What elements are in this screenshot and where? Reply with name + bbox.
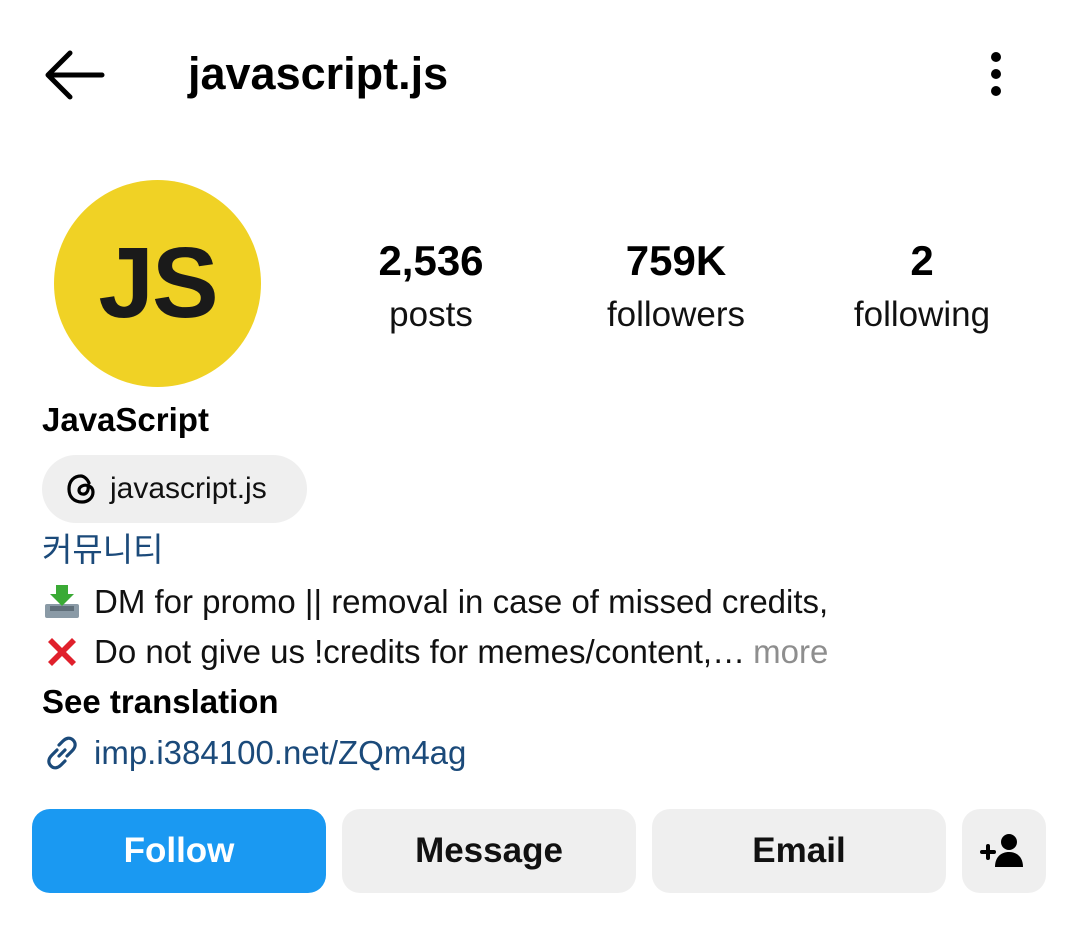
follow-button[interactable]: Follow <box>32 809 326 893</box>
avatar-text: JS <box>98 227 218 339</box>
suggested-users-button[interactable] <box>962 809 1046 893</box>
see-translation-link[interactable]: See translation <box>42 680 279 724</box>
bio-more-link[interactable]: more <box>753 628 828 676</box>
back-button[interactable] <box>40 44 106 104</box>
message-button[interactable]: Message <box>342 809 636 893</box>
stat-label: following <box>853 295 991 334</box>
bio-text: Do not give us !credits for memes/conten… <box>94 633 746 670</box>
arrow-left-icon <box>45 50 105 100</box>
display-name: JavaScript <box>42 401 209 438</box>
bio-line: DM for promo || removal in case of misse… <box>42 578 828 626</box>
profile-link-text: imp.i384100.net/ZQm4ag <box>94 734 467 771</box>
cross-mark-emoji-icon <box>48 638 76 666</box>
more-options-button[interactable] <box>968 44 1024 104</box>
stat-followers[interactable]: 759K followers <box>576 236 776 344</box>
avatar[interactable]: JS <box>54 180 261 387</box>
inbox-tray-emoji-icon <box>45 585 79 618</box>
stat-value: 2,536 <box>378 237 484 284</box>
category-label: 커뮤니티 <box>42 531 164 568</box>
bio-text: DM for promo || removal in case of misse… <box>94 583 829 620</box>
link-icon <box>47 736 77 770</box>
stat-following[interactable]: 2 following <box>822 236 1022 344</box>
threads-badge[interactable]: javascript.js <box>42 455 307 523</box>
email-button[interactable]: Email <box>652 809 946 893</box>
bio-line: Do not give us !credits for memes/conten… <box>42 628 828 676</box>
stat-value: 759K <box>625 237 727 284</box>
threads-icon <box>67 474 95 504</box>
profile-username-title: javascript.js <box>188 48 449 99</box>
profile-link[interactable]: imp.i384100.net/ZQm4ag <box>42 728 466 778</box>
stat-label: posts <box>389 295 473 334</box>
more-vertical-icon <box>991 52 1001 96</box>
stat-posts[interactable]: 2,536 posts <box>331 236 531 344</box>
threads-handle: javascript.js <box>110 472 267 505</box>
stat-value: 2 <box>910 237 934 284</box>
stat-label: followers <box>606 295 746 334</box>
add-person-icon <box>980 834 1023 867</box>
